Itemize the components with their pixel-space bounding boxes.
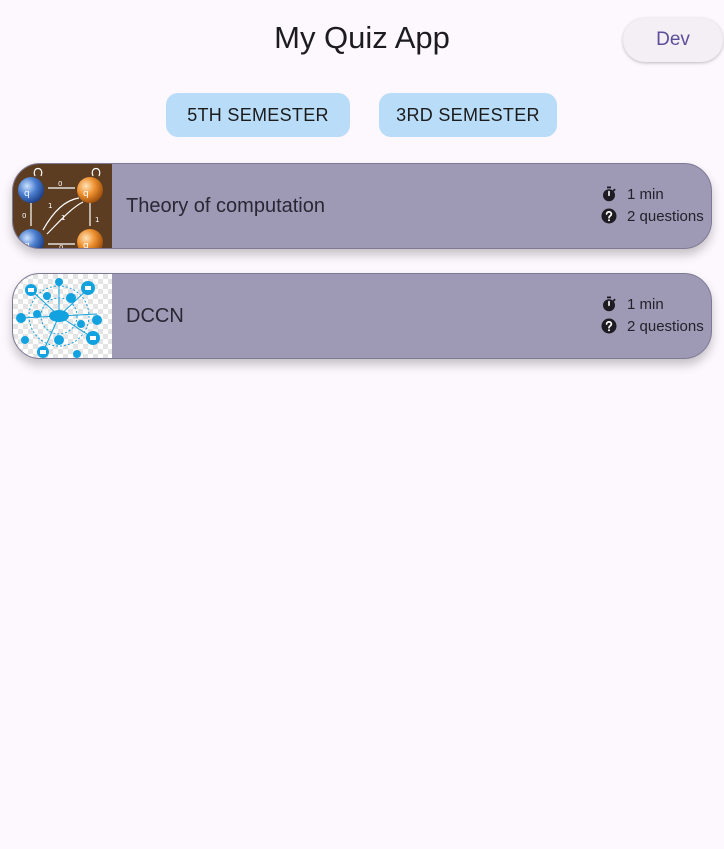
svg-text:1: 1 bbox=[48, 202, 52, 210]
quiz-question-count: 2 questions bbox=[627, 317, 704, 335]
quiz-time: 1 min bbox=[627, 185, 664, 203]
dev-button[interactable]: Dev bbox=[623, 18, 723, 62]
quiz-thumbnail-network bbox=[13, 274, 112, 358]
semester-button-5th[interactable]: 5TH SEMESTER bbox=[166, 93, 350, 137]
svg-text:1: 1 bbox=[61, 214, 65, 222]
svg-text:q: q bbox=[24, 241, 30, 248]
quiz-time-row: 1 min bbox=[601, 183, 704, 205]
quiz-meta: 1 min 2 questions bbox=[601, 293, 704, 337]
quiz-questions-row: 2 questions bbox=[601, 315, 704, 337]
timer-icon bbox=[603, 296, 616, 312]
svg-text:q: q bbox=[24, 189, 30, 199]
quiz-question-count: 2 questions bbox=[627, 207, 704, 225]
svg-text:1: 1 bbox=[95, 216, 99, 224]
timer-icon bbox=[603, 186, 616, 202]
quiz-meta: 1 min 2 questions bbox=[601, 183, 704, 227]
quiz-card-dccn[interactable]: DCCN 1 min 2 questions bbox=[12, 273, 712, 359]
quiz-thumbnail-automata: 0 0 1 1 1 0 q q q q bbox=[13, 164, 112, 248]
semester-button-3rd[interactable]: 3RD SEMESTER bbox=[379, 93, 557, 137]
network-diagram-image bbox=[13, 274, 112, 358]
help-circle-icon bbox=[601, 208, 617, 224]
semester-filter-row: 5TH SEMESTER 3RD SEMESTER bbox=[0, 93, 724, 137]
app-title: My Quiz App bbox=[274, 20, 450, 55]
svg-text:0: 0 bbox=[58, 180, 62, 188]
svg-text:q: q bbox=[83, 241, 89, 248]
quiz-time-row: 1 min bbox=[601, 293, 704, 315]
quiz-card-theory-of-computation[interactable]: 0 0 1 1 1 0 q q q q Theory of computatio… bbox=[12, 163, 712, 249]
quiz-title: DCCN bbox=[126, 304, 184, 327]
svg-text:0: 0 bbox=[22, 212, 26, 220]
help-circle-icon bbox=[601, 318, 617, 334]
svg-text:0: 0 bbox=[59, 244, 63, 248]
quiz-title: Theory of computation bbox=[126, 194, 325, 217]
quiz-time: 1 min bbox=[627, 295, 664, 313]
quiz-questions-row: 2 questions bbox=[601, 205, 704, 227]
automata-image: 0 0 1 1 1 0 q q q q bbox=[13, 164, 112, 248]
svg-text:q: q bbox=[83, 189, 89, 199]
